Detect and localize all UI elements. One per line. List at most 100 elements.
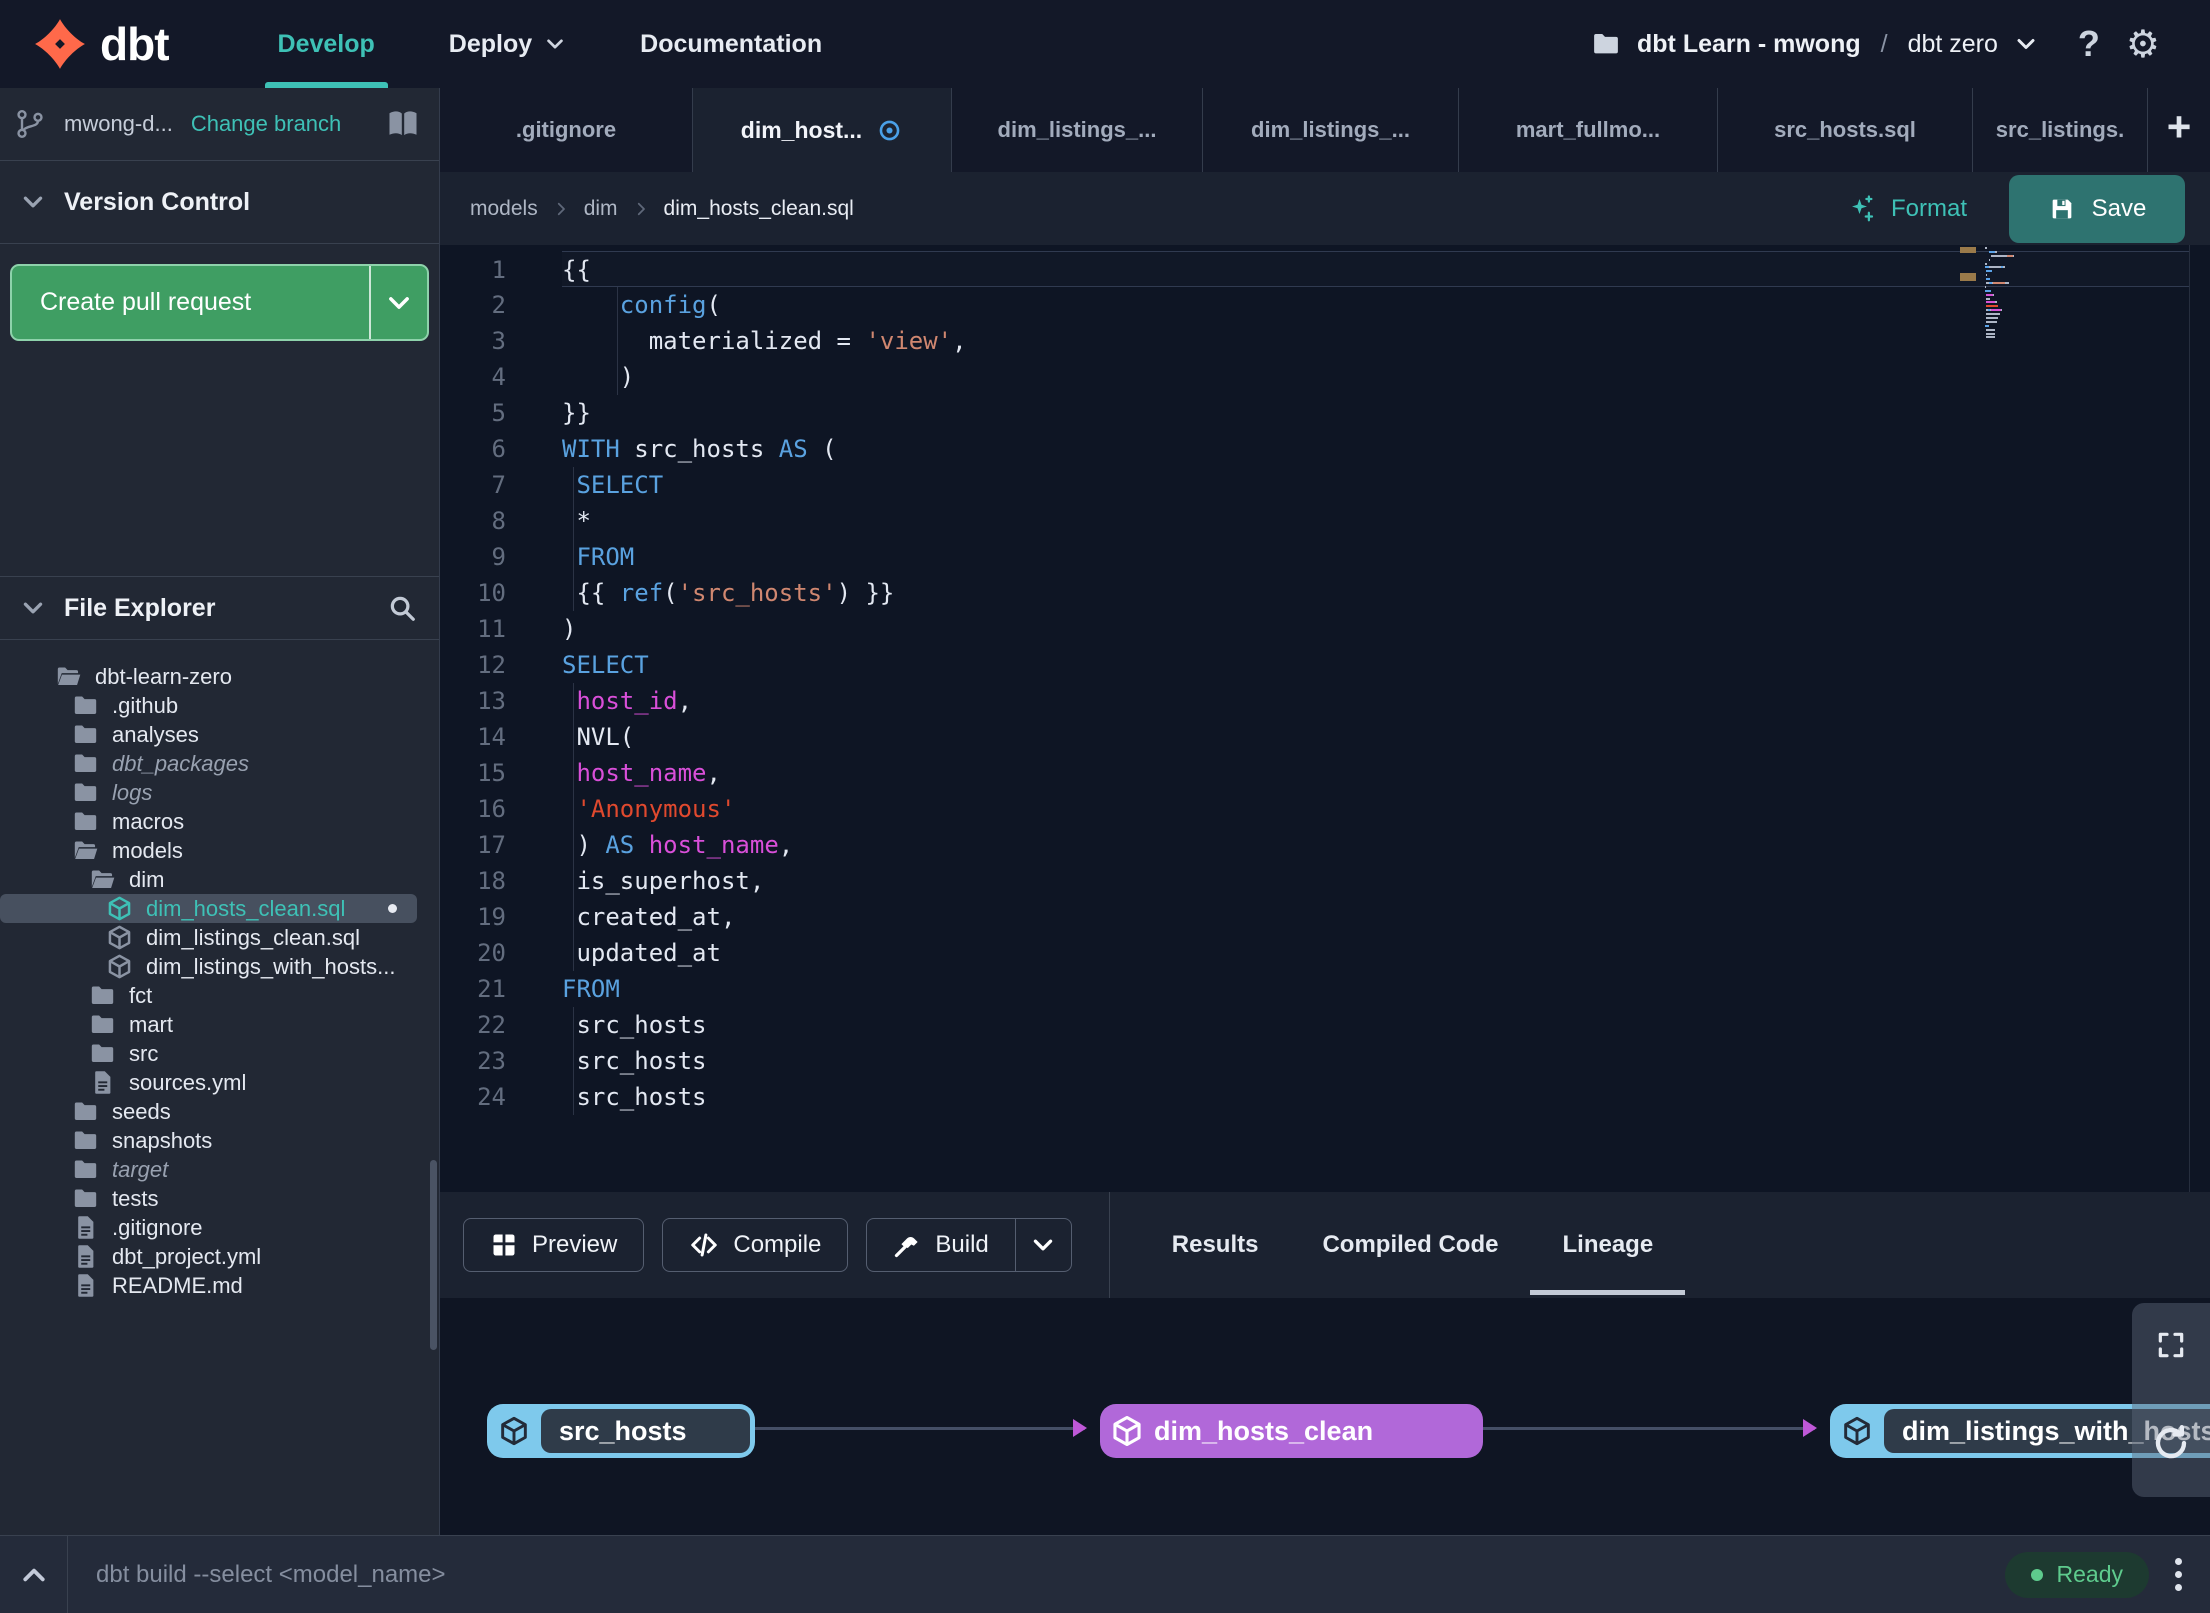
lineage-node-src-hosts[interactable]: src_hosts [487,1404,755,1458]
tree-item-src[interactable]: src [0,1039,439,1068]
chevron-right-icon [552,200,570,218]
indent-guide [573,863,575,899]
status-badge: Ready [2004,1551,2149,1598]
new-tab-button[interactable]: + [2148,88,2210,172]
tree-item-dbt-packages[interactable]: dbt_packages [0,749,439,778]
action-bar: Preview Compile Build Results Compiled C… [440,1192,2210,1298]
tab-src-hosts-sql[interactable]: src_hosts.sql [1718,88,1973,172]
change-branch-link[interactable]: Change branch [191,111,341,137]
folder-icon [1591,29,1621,59]
line-number: 21 [477,975,506,1003]
tree-item-dim[interactable]: dim [0,865,439,894]
file-explorer-header[interactable]: File Explorer [0,576,439,640]
indent-guide [573,899,575,935]
status-dot-icon [2030,1568,2043,1581]
dbt-logo[interactable]: dbt [0,0,170,88]
compile-button[interactable]: Compile [662,1218,849,1272]
tab-results[interactable]: Results [1172,1192,1259,1298]
dbt-logo-icon [34,18,86,70]
tree-item-dbt-learn-zero[interactable]: dbt-learn-zero [0,662,439,691]
tree-item-tests[interactable]: tests [0,1184,439,1213]
breadcrumb-models[interactable]: models [470,197,538,221]
lineage-canvas[interactable]: src_hosts dim_hosts_clean dim_listings_w… [440,1298,2210,1535]
tree-item-snapshots[interactable]: snapshots [0,1126,439,1155]
tree-item-dim-listings-with-hosts[interactable]: dim_listings_with_hosts... [0,952,439,981]
tree-item-dim-listings-clean-sql[interactable]: dim_listings_clean.sql [0,923,439,952]
save-button[interactable]: Save [2009,174,2185,243]
tree-item-readme-md[interactable]: README.md [0,1271,439,1300]
code-editor[interactable]: 1{{2 config(3 materialized = 'view', 4 ) 5… [440,245,2210,1192]
preview-button[interactable]: Preview [463,1218,645,1272]
tab-dim-listings[interactable]: dim_listings_... [952,88,1203,172]
dbt-logo-text: dbt [100,18,170,70]
nav-documentation[interactable]: Documentation [603,0,859,88]
tree-item-models[interactable]: models [0,836,439,865]
tree-item-mart[interactable]: mart [0,1010,439,1039]
tree-item-sources-yml[interactable]: sources.yml [0,1068,439,1097]
tab-gitignore[interactable]: .gitignore [440,88,693,172]
nav-develop[interactable]: Develop [241,0,412,88]
line-number: 15 [477,759,506,787]
tree-item-dim-hosts-clean-sql[interactable]: dim_hosts_clean.sql [0,894,417,923]
panel-tabs: Results Compiled Code Lineage [1140,1192,1685,1298]
indent-guide [573,503,575,539]
build-button[interactable]: Build [866,1218,1072,1272]
tabs-strip: .gitignore dim_host... dim_listings_... dim… [440,88,2148,172]
tree-item-macros[interactable]: macros [0,807,439,836]
tab-mart-fullmo[interactable]: mart_fullmo... [1459,88,1718,172]
tab-src-listings[interactable]: src_listings. [1973,88,2148,172]
tree-item-label: models [112,837,183,863]
branch-row: mwong-d... Change branch [0,88,439,160]
lineage-node-dim-hosts-clean[interactable]: dim_hosts_clean [1100,1404,1483,1458]
file-icon [72,1243,99,1270]
tab-dim-host[interactable]: dim_host... [693,88,952,172]
tree-item-gitignore[interactable]: .gitignore [0,1213,439,1242]
tree-item-github[interactable]: .github [0,691,439,720]
help-icon[interactable]: ? [2078,23,2100,65]
format-button[interactable]: Format [1847,194,1967,224]
code-line-17: 17 ) AS host_name, [477,827,2189,863]
indent-guide [573,719,575,755]
environment-name: dbt zero [1907,29,1998,58]
indent-guide [573,1079,575,1115]
search-icon[interactable] [387,593,417,623]
tab-lineage[interactable]: Lineage [1530,1192,1685,1298]
docs-book-icon[interactable] [385,106,421,142]
nav-deploy[interactable]: Deploy [412,0,603,88]
create-pull-request-dropdown[interactable] [369,266,427,339]
refresh-icon[interactable] [2151,1423,2191,1463]
kebab-menu-icon[interactable] [2171,1554,2186,1595]
lineage-controls [2132,1303,2210,1497]
sidebar-scrollbar[interactable] [430,1160,437,1350]
tree-item-seeds[interactable]: seeds [0,1097,439,1126]
file-icon [89,1069,116,1096]
create-pull-request-button[interactable]: Create pull request [10,264,429,341]
command-input[interactable]: dbt build --select <model_name> [96,1561,2005,1589]
tab-compiled-code[interactable]: Compiled Code [1322,1192,1498,1298]
tab-dim-listings[interactable]: dim_listings_... [1203,88,1459,172]
tree-item-fct[interactable]: fct [0,981,439,1010]
editor-scrollbar[interactable] [2189,245,2190,1192]
tree-item-dbt-project-yml[interactable]: dbt_project.yml [0,1242,439,1271]
code-line-2: 2 config( [492,287,2189,323]
fullscreen-icon[interactable] [2155,1329,2187,1361]
folder-open-icon [89,866,116,893]
tree-item-logs[interactable]: logs [0,778,439,807]
build-dropdown[interactable] [1014,1219,1071,1271]
code-line-18: 18 is_superhost, [477,863,2189,899]
chevron-up-icon [19,1560,49,1590]
breadcrumb-dim[interactable]: dim [584,197,618,221]
grid-icon [490,1231,518,1259]
settings-gear-icon[interactable]: ⚙ [2126,22,2160,67]
tree-item-analyses[interactable]: analyses [0,720,439,749]
line-number: 2 [491,291,506,319]
minimap[interactable] [1985,247,2043,340]
indent-guide [573,1043,575,1079]
panel-toggle-button[interactable] [0,1536,68,1613]
tree-item-target[interactable]: target [0,1155,439,1184]
line-number: 22 [477,1011,506,1039]
tree-item-label: fct [129,982,153,1008]
folder-icon [72,1098,99,1125]
project-switcher[interactable]: dbt Learn - mwong / dbt zero [1591,29,2038,59]
version-control-header[interactable]: Version Control [0,160,439,244]
